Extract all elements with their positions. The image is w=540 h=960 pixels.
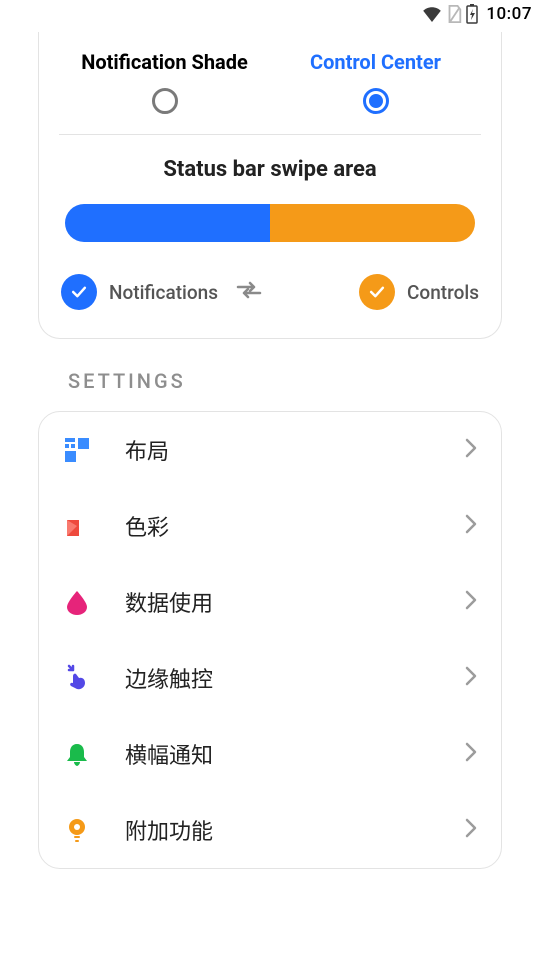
palette-icon [63,512,103,540]
sim-icon [446,5,462,23]
check-icon [359,274,395,310]
chevron-right-icon [465,666,477,690]
radio-control-center[interactable]: Control Center [270,50,481,114]
row-extras[interactable]: 附加功能 [39,792,501,868]
row-edge-gestures[interactable]: 边缘触控 [39,640,501,716]
radio-label: Notification Shade [81,50,248,74]
radio-notification-shade[interactable]: Notification Shade [59,50,270,114]
settings-list: 布局 色彩 数据使用 [38,411,502,869]
chevron-right-icon [465,742,477,766]
row-label: 布局 [125,434,465,466]
swipe-legend: Notifications Controls [59,274,481,310]
gesture-icon [63,664,103,692]
radio-label: Control Center [310,50,441,74]
radio-icon [363,88,389,114]
layout-icon [63,436,103,464]
swipe-segment-controls [270,204,475,242]
battery-icon [466,4,478,24]
chevron-right-icon [465,514,477,538]
lightbulb-icon [63,816,103,844]
row-data-usage[interactable]: 数据使用 [39,564,501,640]
row-layout[interactable]: 布局 [39,412,501,488]
settings-section-title: SETTINGS [38,369,540,393]
legend-notifications[interactable]: Notifications [61,274,218,310]
legend-controls[interactable]: Controls [359,274,479,310]
status-time: 10:07 [486,4,532,24]
swipe-area-bar[interactable] [65,204,475,242]
row-label: 色彩 [125,510,465,542]
legend-label: Notifications [109,281,218,304]
chevron-right-icon [465,818,477,842]
row-banner-notifications[interactable]: 横幅通知 [39,716,501,792]
mode-radio-group: Notification Shade Control Center [59,32,481,126]
row-label: 横幅通知 [125,738,465,770]
row-label: 边缘触控 [125,662,465,694]
row-label: 数据使用 [125,586,465,618]
swap-icon[interactable] [236,280,262,304]
check-icon [61,274,97,310]
radio-icon [152,88,178,114]
swipe-mode-card: Notification Shade Control Center Status… [38,32,502,339]
chevron-right-icon [465,590,477,614]
chevron-right-icon [465,438,477,462]
bell-icon [63,740,103,768]
wifi-icon [422,6,442,22]
drop-icon [63,588,103,616]
row-label: 附加功能 [125,814,465,846]
swipe-segment-notifications [65,204,270,242]
swipe-area-title: Status bar swipe area [59,157,481,182]
legend-label: Controls [407,281,479,304]
row-color[interactable]: 色彩 [39,488,501,564]
status-bar: 10:07 [0,0,540,28]
divider [59,134,481,135]
